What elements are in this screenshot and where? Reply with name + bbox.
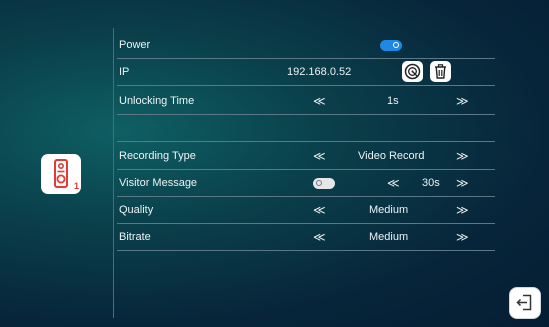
recording-type-next-button[interactable]: ≫ [456, 149, 469, 163]
row-separator [117, 141, 495, 142]
quality-next-button[interactable]: ≫ [456, 203, 469, 217]
recording-type-label: Recording Type [119, 150, 196, 162]
delete-button[interactable] [430, 61, 451, 82]
recording-type-row: Recording Type ≪ Video Record ≫ [117, 143, 495, 170]
bitrate-label: Bitrate [119, 231, 151, 243]
trash-icon [435, 64, 446, 79]
bitrate-row: Bitrate ≪ Medium ≫ [117, 224, 495, 251]
exit-button[interactable] [509, 287, 541, 319]
power-label: Power [119, 39, 151, 51]
row-separator [117, 250, 495, 251]
exit-icon [516, 294, 532, 311]
unlocking-time-value: 1s [387, 95, 399, 107]
visitor-message-label: Visitor Message [119, 177, 198, 189]
unlocking-time-label: Unlocking Time [119, 95, 195, 107]
doorbell-device-button[interactable]: 1 [41, 154, 81, 194]
scan-button[interactable] [402, 61, 423, 82]
unlocking-time-row: Unlocking Time ≪ 1s ≫ [117, 88, 495, 115]
ip-row: IP 192.168.0.52 [117, 59, 495, 86]
recording-type-value: Video Record [358, 150, 425, 162]
power-toggle[interactable] [380, 40, 402, 51]
divider-line [113, 28, 114, 318]
unlocking-time-prev-button[interactable]: ≪ [313, 94, 326, 108]
bitrate-next-button[interactable]: ≫ [456, 230, 469, 244]
empty-row [117, 115, 495, 142]
bitrate-value: Medium [369, 231, 409, 243]
power-row: Power [117, 32, 495, 59]
visitor-message-value: 30s [422, 177, 440, 189]
scan-icon [404, 63, 421, 80]
row-separator [117, 85, 495, 86]
visitor-message-row: Visitor Message ≪ 30s ≫ [117, 170, 495, 197]
quality-prev-button[interactable]: ≪ [313, 203, 326, 217]
device-number: 1 [74, 181, 80, 191]
ip-label: IP [119, 66, 130, 78]
bitrate-prev-button[interactable]: ≪ [313, 230, 326, 244]
recording-type-prev-button[interactable]: ≪ [313, 149, 326, 163]
visitor-message-toggle[interactable] [313, 178, 335, 189]
quality-value: Medium [369, 204, 409, 216]
visitor-message-next-button[interactable]: ≫ [456, 176, 469, 190]
quality-label: Quality [119, 204, 154, 216]
unlocking-time-next-button[interactable]: ≫ [456, 94, 469, 108]
visitor-message-prev-button[interactable]: ≪ [387, 176, 400, 190]
quality-row: Quality ≪ Medium ≫ [117, 197, 495, 224]
ip-value: 192.168.0.52 [287, 66, 352, 78]
